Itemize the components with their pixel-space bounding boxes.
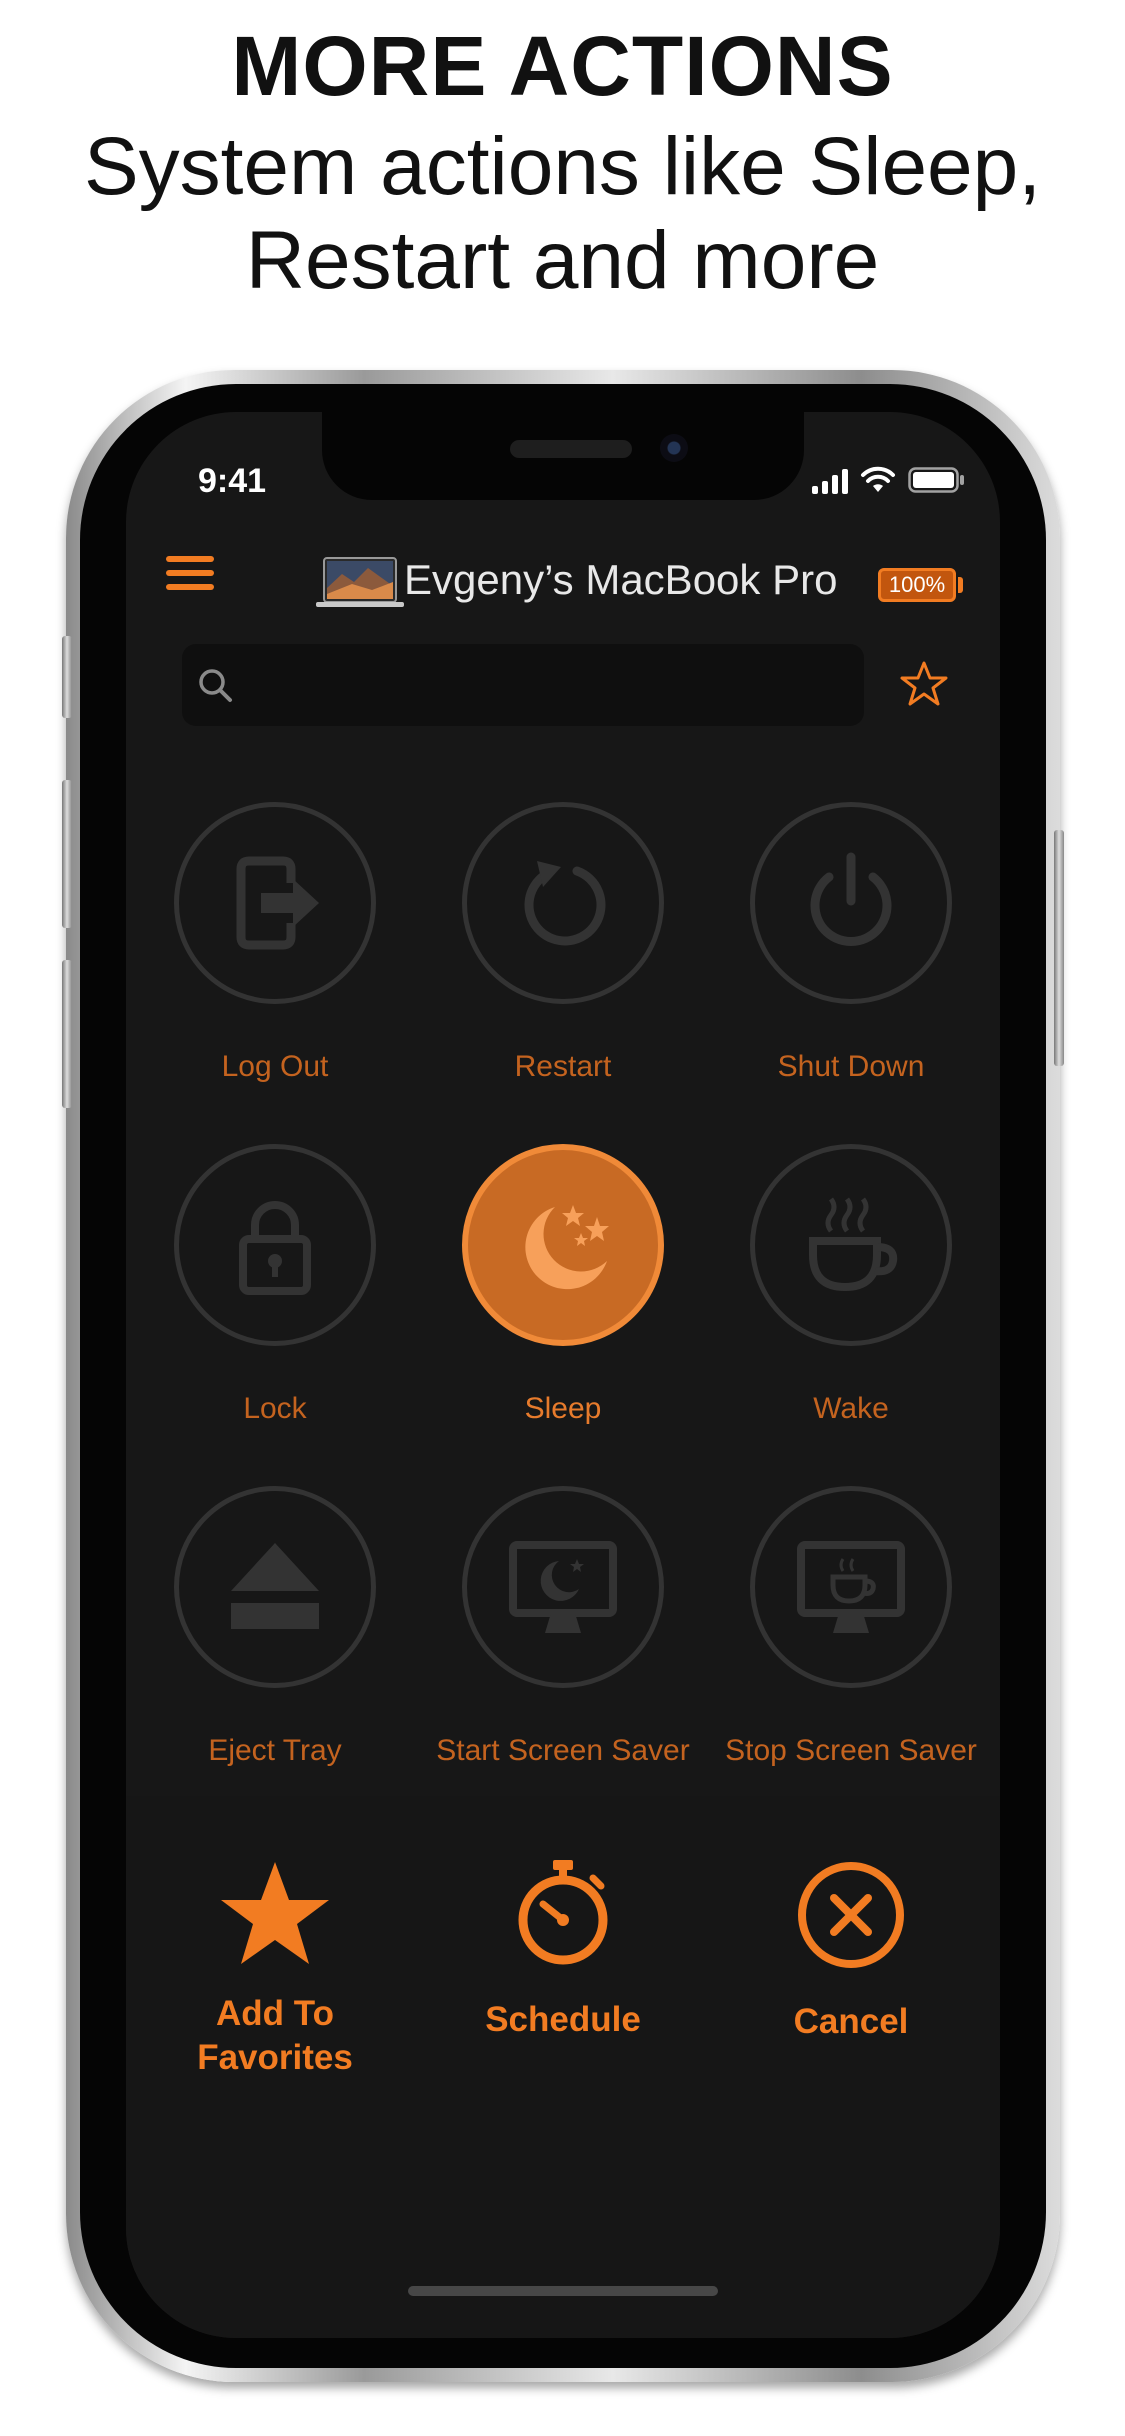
action-label: Eject Tray [208,1734,342,1767]
close-circle-icon [798,1862,904,1968]
favorites-star-icon[interactable] [900,660,948,708]
device-battery-badge: 100% [878,568,956,602]
mute-switch [62,636,72,718]
phone-screen: 9:41 Evgeny’s MacBook Pro 100% Log Out R… [126,412,1000,2338]
power-button [1054,830,1064,1066]
status-time: 9:41 [198,462,267,500]
action-lock-button[interactable] [174,1144,376,1346]
promo-subline: System actions like Sleep, Restart and m… [0,120,1125,308]
action-shut-down-button[interactable] [750,802,952,1004]
action-sleep[interactable]: Sleep [418,1144,708,1426]
wifi-icon [861,466,895,492]
search-input[interactable] [246,660,846,710]
action-restart[interactable]: Restart [418,802,708,1084]
star-icon [221,1862,329,1964]
action-shut-down[interactable]: Shut Down [706,802,996,1084]
eject-icon [231,1543,319,1629]
action-label: Log Out [221,1050,329,1083]
action-label: Lock [243,1392,307,1425]
add-to-favorites-button[interactable]: Add To Favorites [130,1860,420,2080]
action-label: Stop Screen Saver [725,1734,977,1767]
action-stop-screen-saver-button[interactable] [750,1486,952,1688]
action-log-out[interactable]: Log Out [130,802,420,1084]
search-bar[interactable] [182,644,864,726]
notch [322,412,804,500]
cancel-button[interactable]: Cancel [706,1860,996,2044]
volume-up-button [62,780,72,928]
search-icon [199,669,232,702]
restart-icon [524,861,606,946]
monitor-coffee-icon [797,1541,905,1633]
moon-stars-icon [525,1205,609,1290]
action-eject-tray-button[interactable] [174,1486,376,1688]
action-label: Start Screen Saver [436,1734,690,1767]
add-to-favorites-label-line-2: Favorites [197,2038,353,2077]
monitor-moon-icon [509,1541,617,1633]
power-icon [810,852,892,946]
action-label: Shut Down [777,1050,925,1083]
action-log-out-button[interactable] [174,802,376,1004]
status-icons [812,464,966,494]
coffee-cup-icon [809,1197,898,1292]
action-lock[interactable]: Lock [130,1144,420,1426]
hamburger-menu-icon[interactable] [166,556,214,596]
action-restart-button[interactable] [462,802,664,1004]
schedule-button[interactable]: Schedule [418,1858,708,2042]
device-name[interactable]: Evgeny’s MacBook Pro [404,556,837,604]
front-camera [660,434,688,462]
schedule-label: Schedule [485,2000,641,2039]
battery-status-icon [908,467,964,493]
action-start-screen-saver-button[interactable] [462,1486,664,1688]
home-indicator[interactable] [408,2286,718,2296]
action-label: Restart [514,1050,612,1083]
action-start-screen-saver[interactable]: Start Screen Saver [418,1486,708,1768]
macbook-icon [316,557,404,607]
add-to-favorites-label: Add To Favorites [130,1992,420,2080]
promo-subline-line-2: Restart and more [245,215,880,306]
action-sheet: Add To Favorites Schedule Cancel [126,1796,1000,2338]
actions-grid: Log Out Restart Shut Down Lock Sleep Wak… [126,742,1000,1767]
action-wake[interactable]: Wake [706,1144,996,1426]
promo-headline: MORE ACTIONS [231,19,894,113]
action-wake-button[interactable] [750,1144,952,1346]
action-label: Sleep [524,1392,602,1425]
battery-tip [958,577,963,593]
promo-subline-line-1: System actions like Sleep, [83,121,1042,212]
cellular-signal-icon [812,468,848,494]
action-stop-screen-saver[interactable]: Stop Screen Saver [706,1486,996,1768]
action-sleep-button[interactable] [462,1144,664,1346]
lock-icon [239,1201,311,1295]
volume-down-button [62,960,72,1108]
logout-icon [236,856,319,950]
stopwatch-icon [518,1860,608,1965]
earpiece-speaker [510,440,632,458]
action-eject-tray[interactable]: Eject Tray [130,1486,420,1768]
action-label: Wake [813,1392,889,1425]
add-to-favorites-label-line-1: Add To [216,1994,334,2033]
cancel-label: Cancel [793,2002,909,2041]
